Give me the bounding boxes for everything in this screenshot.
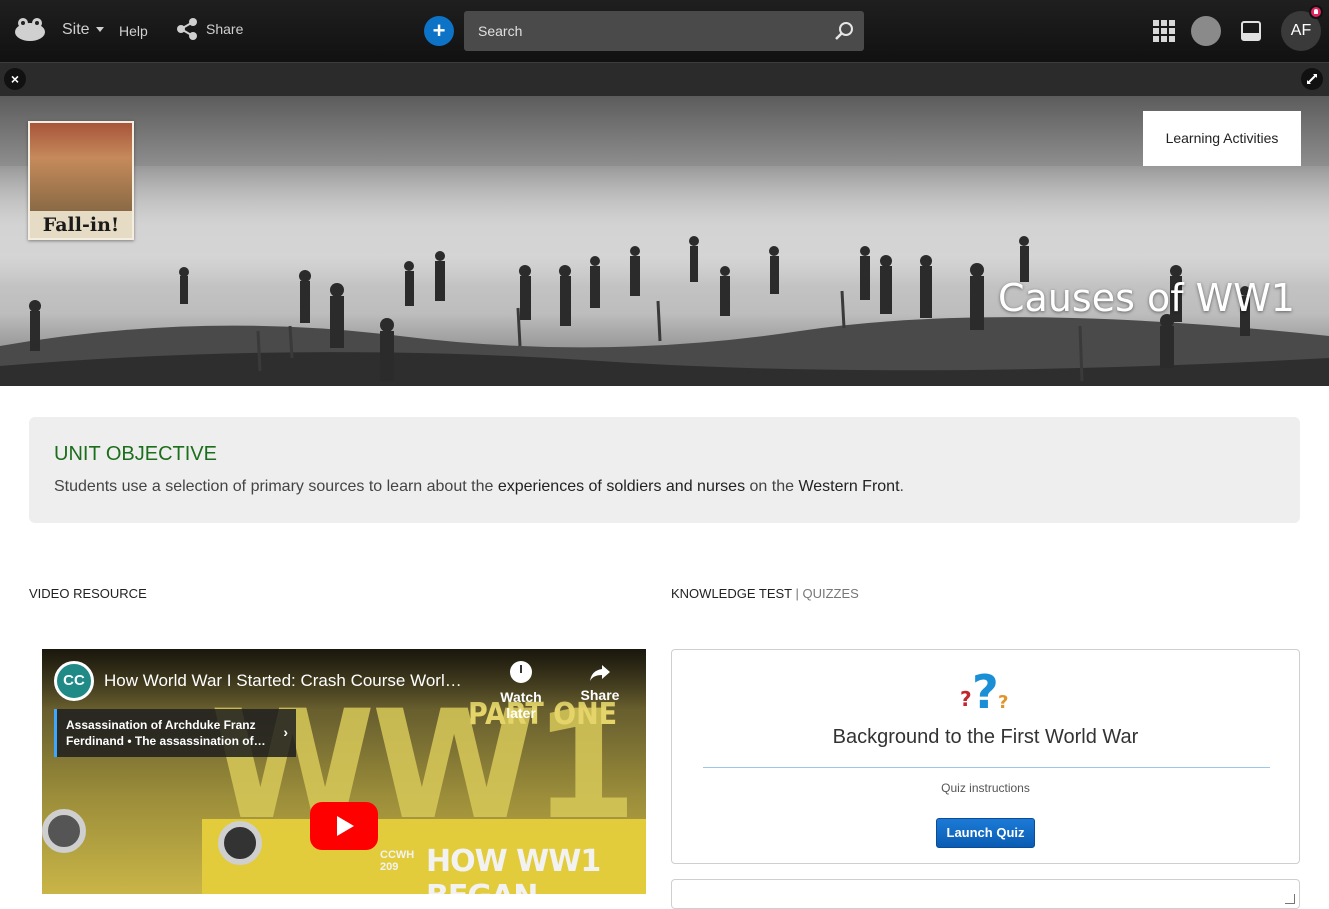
- video-share-label: Share: [580, 687, 620, 703]
- video-share-button[interactable]: Share: [578, 661, 622, 703]
- battlefield-photo: [0, 166, 1329, 386]
- add-button[interactable]: +: [424, 16, 454, 46]
- resize-handle-icon[interactable]: [1285, 894, 1295, 904]
- tab-learning-activities[interactable]: Learning Activities: [1143, 111, 1301, 166]
- site-menu-label: Site: [62, 21, 90, 38]
- objective-highlight-soldiers: experiences of soldiers and nurses: [497, 478, 746, 495]
- page-title: Causes of WW1: [998, 276, 1295, 320]
- site-menu[interactable]: Site: [62, 21, 104, 39]
- second-quiz-card: [671, 879, 1300, 909]
- unit-objective-panel: UNIT OBJECTIVE Students use a selection …: [29, 417, 1300, 523]
- frog-logo-icon[interactable]: [14, 17, 46, 43]
- thumbnail-series-code: CCWH 209: [380, 849, 414, 873]
- series-code-line1: CCWH: [380, 849, 415, 861]
- search-input[interactable]: [464, 11, 824, 51]
- chevron-right-icon: ›: [283, 724, 288, 740]
- quiz-card: ? ? ? Background to the First World War …: [671, 649, 1300, 864]
- play-button[interactable]: [310, 802, 378, 850]
- objective-highlight-front: Western Front: [798, 478, 900, 495]
- close-icon[interactable]: ×: [4, 68, 26, 90]
- knowledge-test-label: KNOWLEDGE TEST: [671, 586, 792, 601]
- hero-banner: Learning Activities Fall-in! Causes of W…: [0, 96, 1329, 386]
- chapter-card[interactable]: Assassination of Archduke Franz Ferdinan…: [54, 709, 296, 757]
- series-code-line2: 209: [380, 861, 399, 873]
- search-bar: [464, 11, 864, 51]
- watch-later-button[interactable]: Watch later: [484, 661, 558, 721]
- share-button[interactable]: Share: [176, 18, 243, 40]
- expand-icon[interactable]: [1301, 68, 1323, 90]
- share-icon: [177, 18, 197, 40]
- share-arrow-icon: [590, 665, 610, 681]
- quiz-instructions: Quiz instructions: [941, 781, 1030, 795]
- knowledge-separator: |: [791, 586, 803, 601]
- help-link[interactable]: Help: [119, 23, 148, 39]
- objective-text: Students use a selection of primary sour…: [54, 478, 904, 496]
- video-title-link[interactable]: How World War I Started: Crash Course Wo…: [104, 671, 474, 691]
- svg-text:?: ?: [998, 692, 1008, 713]
- poster-soldiers-art: [30, 123, 132, 211]
- knowledge-test-heading: KNOWLEDGE TEST | QUIZZES: [671, 586, 859, 601]
- clock-icon: [510, 661, 532, 683]
- objective-text-before: Students use a selection of primary sour…: [54, 478, 498, 495]
- question-marks-icon: ? ? ?: [960, 668, 1008, 714]
- chapter-line2: Ferdinand • The assassination of…: [66, 734, 266, 748]
- quiz-title: Background to the First World War: [832, 726, 1139, 748]
- quiz-divider: [703, 767, 1270, 768]
- chapter-line1: Assassination of Archduke Franz: [66, 718, 256, 732]
- plus-icon: +: [432, 18, 446, 43]
- objective-heading: UNIT OBJECTIVE: [54, 443, 217, 465]
- thumbnail-gauge-left: [42, 809, 86, 853]
- thumbnail-gauge-right: [218, 821, 262, 865]
- status-circle[interactable]: [1191, 16, 1221, 46]
- toolbar-strip: ×: [0, 62, 1329, 96]
- poster-caption: Fall-in!: [42, 214, 120, 236]
- video-resource-heading: VIDEO RESOURCE: [29, 586, 147, 601]
- inbox-icon[interactable]: [1240, 20, 1262, 42]
- channel-logo[interactable]: CC: [54, 661, 94, 701]
- apps-grid-icon[interactable]: [1153, 20, 1175, 42]
- objective-text-middle: on the: [745, 478, 799, 495]
- objective-text-after: .: [899, 478, 904, 495]
- watch-later-label: Watch later: [500, 689, 542, 721]
- launch-quiz-button[interactable]: Launch Quiz: [936, 818, 1035, 848]
- svg-text:?: ?: [960, 687, 972, 711]
- search-icon[interactable]: [834, 21, 854, 41]
- notification-bell-icon[interactable]: [1309, 5, 1323, 19]
- thumbnail-subtitle-text: HOW WW1 BEGAN: [426, 844, 601, 894]
- quizzes-label: QUIZZES: [802, 586, 859, 601]
- top-navbar: Site Help Share + AF: [0, 0, 1329, 62]
- share-label: Share: [206, 21, 244, 37]
- svg-text:?: ?: [972, 668, 999, 714]
- fall-in-poster-image: Fall-in!: [28, 121, 134, 240]
- youtube-video-embed[interactable]: WW1 PART ONE CCWH209 HOW WW1 BEGAN CC Ho…: [42, 649, 646, 894]
- chevron-down-icon: [95, 27, 104, 33]
